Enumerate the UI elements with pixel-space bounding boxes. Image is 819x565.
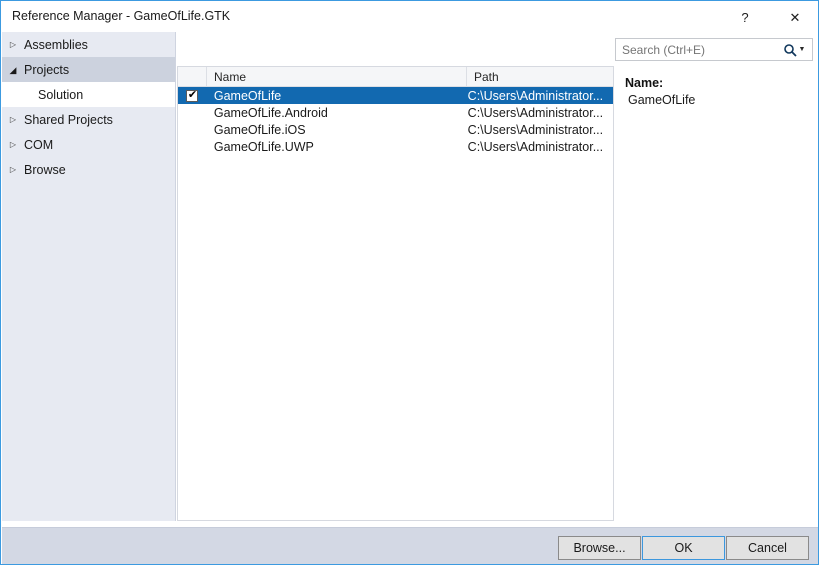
column-header-check[interactable]: [178, 67, 207, 86]
search-box[interactable]: ▼: [615, 38, 813, 61]
table-row[interactable]: ✔ GameOfLife C:\Users\Administrator...: [178, 87, 613, 104]
row-name: GameOfLife.Android: [213, 105, 328, 120]
sidebar-item-label: Browse: [24, 162, 66, 177]
chevron-right-icon: ▷: [9, 115, 17, 124]
chevron-right-icon: ▷: [9, 165, 17, 174]
chevron-down-icon[interactable]: ▼: [798, 46, 812, 53]
sidebar-item-projects[interactable]: ◢ Projects: [2, 57, 175, 82]
sidebar-item-label: Solution: [38, 87, 84, 102]
sidebar-item-label: Projects: [24, 62, 70, 77]
help-button[interactable]: ?: [725, 3, 765, 32]
browse-button[interactable]: Browse...: [558, 536, 641, 560]
details-name-label: Name:: [625, 76, 664, 90]
details-panel: Name: GameOfLife: [618, 66, 818, 521]
sidebar-item-assemblies[interactable]: ▷ Assemblies: [2, 32, 175, 57]
list-header: Name Path: [178, 67, 613, 87]
row-checkbox-cell[interactable]: [178, 107, 207, 119]
column-header-name[interactable]: Name: [207, 67, 467, 86]
chevron-right-icon: ▷: [9, 140, 17, 149]
details-name-value: GameOfLife: [628, 93, 696, 107]
row-path: C:\Users\Administrator...: [467, 88, 604, 103]
category-sidebar: ▷ Assemblies ◢ Projects Solution ▷ Share…: [2, 32, 176, 521]
row-name: GameOfLife.UWP: [213, 139, 314, 154]
table-row[interactable]: GameOfLife.iOS C:\Users\Administrator...: [178, 121, 613, 138]
question-mark-icon: ?: [741, 10, 749, 25]
cancel-button[interactable]: Cancel: [726, 536, 809, 560]
table-row[interactable]: GameOfLife.Android C:\Users\Administrato…: [178, 104, 613, 121]
close-icon: ✕: [789, 10, 801, 25]
sidebar-item-com[interactable]: ▷ COM: [2, 132, 175, 157]
row-path: C:\Users\Administrator...: [467, 122, 604, 137]
search-input[interactable]: [616, 40, 781, 59]
sidebar-item-label: COM: [24, 137, 54, 152]
sidebar-item-solution[interactable]: Solution: [2, 82, 175, 107]
row-checkbox-cell[interactable]: [178, 141, 207, 153]
checkbox-checked-icon[interactable]: ✔: [186, 89, 199, 102]
row-path: C:\Users\Administrator...: [467, 139, 604, 154]
search-icon[interactable]: [781, 43, 798, 57]
title-bar: Reference Manager - GameOfLife.GTK ? ✕: [2, 2, 818, 32]
row-checkbox-cell[interactable]: ✔: [178, 89, 207, 102]
chevron-down-icon: ◢: [9, 64, 17, 75]
projects-list: Name Path ✔ GameOfLife C:\Users\Administ…: [177, 66, 614, 521]
row-name: GameOfLife: [213, 88, 282, 103]
reference-manager-dialog: Reference Manager - GameOfLife.GTK ? ✕ ▷…: [0, 0, 819, 565]
sidebar-item-browse[interactable]: ▷ Browse: [2, 157, 175, 182]
sidebar-item-label: Shared Projects: [24, 112, 113, 127]
row-path: C:\Users\Administrator...: [467, 105, 604, 120]
table-row[interactable]: GameOfLife.UWP C:\Users\Administrator...: [178, 138, 613, 155]
dialog-footer: Browse... OK Cancel: [2, 527, 818, 564]
sidebar-item-shared-projects[interactable]: ▷ Shared Projects: [2, 107, 175, 132]
window-title: Reference Manager - GameOfLife.GTK: [12, 9, 231, 23]
sidebar-item-label: Assemblies: [24, 37, 88, 52]
row-name: GameOfLife.iOS: [213, 122, 306, 137]
close-button[interactable]: ✕: [775, 3, 815, 32]
ok-button[interactable]: OK: [642, 536, 725, 560]
column-header-path[interactable]: Path: [467, 67, 613, 86]
row-checkbox-cell[interactable]: [178, 124, 207, 136]
chevron-right-icon: ▷: [9, 40, 17, 49]
